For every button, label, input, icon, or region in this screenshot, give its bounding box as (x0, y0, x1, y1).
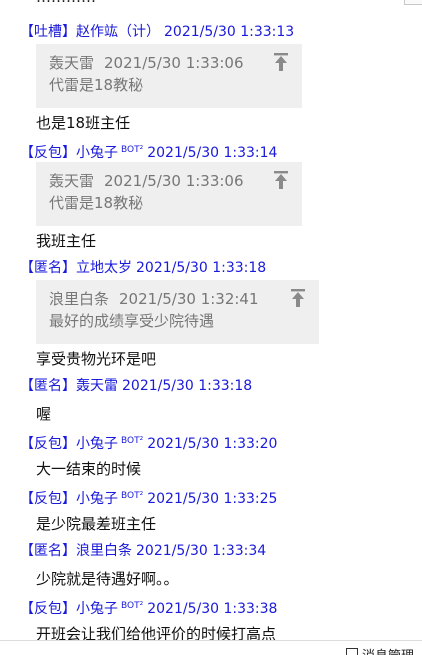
sender-name[interactable]: 小兔子 (76, 491, 118, 507)
message-time: 2021/5/30 1:33:14 (147, 145, 278, 161)
message-text: 少院就是待遇好啊。。 (36, 570, 179, 588)
jump-to-quote-icon[interactable] (291, 289, 305, 307)
message-header: 【反包】小兔子 BOT² 2021/5/30 1:33:14 (20, 141, 277, 162)
message-tag: 【匿名】 (20, 543, 76, 559)
message-header: 【反包】小兔子 BOT² 2021/5/30 1:33:38 (20, 597, 277, 618)
quoted-time: 2021/5/30 1:32:41 (119, 290, 259, 308)
message-header: 【反包】小兔子 BOT² 2021/5/30 1:33:20 (20, 432, 277, 453)
message-tag: 【匿名】 (20, 378, 76, 394)
sender-name[interactable]: 小兔子 (76, 436, 118, 452)
quoted-sender: 浪里白条 (49, 290, 110, 308)
message-time: 2021/5/30 1:33:34 (136, 543, 267, 559)
bot-badge: BOT² (121, 601, 144, 611)
sender-name[interactable]: 赵作竑（计） (76, 24, 160, 40)
cutoff-message-text: ………… (36, 0, 96, 6)
message-manager-icon (346, 648, 358, 655)
quoted-text: 代雷是18教秘 (49, 76, 144, 94)
quoted-sender: 轰天雷 (49, 54, 95, 72)
message-text: 也是18班主任 (36, 114, 131, 132)
message-header: 【吐槽】赵作竑（计） 2021/5/30 1:33:13 (20, 23, 294, 41)
bot-badge: BOT² (121, 436, 144, 446)
message-time: 2021/5/30 1:33:18 (122, 378, 253, 394)
quoted-message[interactable]: 轰天雷 2021/5/30 1:33:06 代雷是18教秘 (36, 44, 302, 108)
message-tag: 【反包】 (20, 491, 76, 507)
jump-to-quote-icon[interactable] (274, 171, 288, 189)
message-text: 享受贵物光环是吧 (36, 350, 157, 368)
message-time: 2021/5/30 1:33:38 (147, 601, 278, 617)
message-header: 【匿名】立地太岁 2021/5/30 1:33:18 (20, 259, 266, 277)
message-text: 大一结束的时候 (36, 460, 142, 478)
sender-name[interactable]: 浪里白条 (76, 543, 132, 559)
jump-to-quote-icon[interactable] (274, 53, 288, 71)
quoted-text: 代雷是18教秘 (49, 194, 144, 212)
message-management-button[interactable]: 消息管理 (346, 645, 414, 655)
quoted-time: 2021/5/30 1:33:06 (104, 54, 244, 72)
quoted-message[interactable]: 轰天雷 2021/5/30 1:33:06 代雷是18教秘 (36, 162, 302, 226)
sender-name[interactable]: 小兔子 (76, 145, 118, 161)
quoted-sender: 轰天雷 (49, 172, 95, 190)
message-tag: 【反包】 (20, 601, 76, 617)
message-time: 2021/5/30 1:33:25 (147, 491, 278, 507)
message-header: 【反包】小兔子 BOT² 2021/5/30 1:33:25 (20, 487, 277, 508)
message-tag: 【反包】 (20, 145, 76, 161)
message-management-label: 消息管理 (362, 645, 414, 655)
sender-name[interactable]: 立地太岁 (76, 260, 132, 276)
bot-badge: BOT² (121, 491, 144, 501)
bot-badge: BOT² (121, 145, 144, 155)
message-time: 2021/5/30 1:33:18 (136, 260, 267, 276)
quoted-text: 最好的成绩享受少院待遇 (49, 312, 215, 330)
message-header: 【匿名】轰天雷 2021/5/30 1:33:18 (20, 377, 252, 395)
quoted-time: 2021/5/30 1:33:06 (104, 172, 244, 190)
message-time: 2021/5/30 1:33:20 (147, 436, 278, 452)
message-tag: 【吐槽】 (20, 24, 76, 40)
message-header: 【匿名】浪里白条 2021/5/30 1:33:34 (20, 542, 266, 560)
window-corner-control[interactable] (404, 0, 422, 5)
sender-name[interactable]: 小兔子 (76, 601, 118, 617)
sender-name[interactable]: 轰天雷 (76, 378, 118, 394)
message-text: 喔 (36, 405, 52, 423)
chat-window: ………… 【吐槽】赵作竑（计）2021/5/30 1:33:13 轰天雷2021… (0, 0, 422, 655)
quoted-message[interactable]: 浪里白条 2021/5/30 1:32:41 最好的成绩享受少院待遇 (36, 280, 319, 344)
message-tag: 【匿名】 (20, 260, 76, 276)
message-tag: 【反包】 (20, 436, 76, 452)
message-text: 我班主任 (36, 232, 97, 250)
message-time: 2021/5/30 1:33:13 (164, 24, 295, 40)
message-text: 是少院最差班主任 (36, 515, 157, 533)
